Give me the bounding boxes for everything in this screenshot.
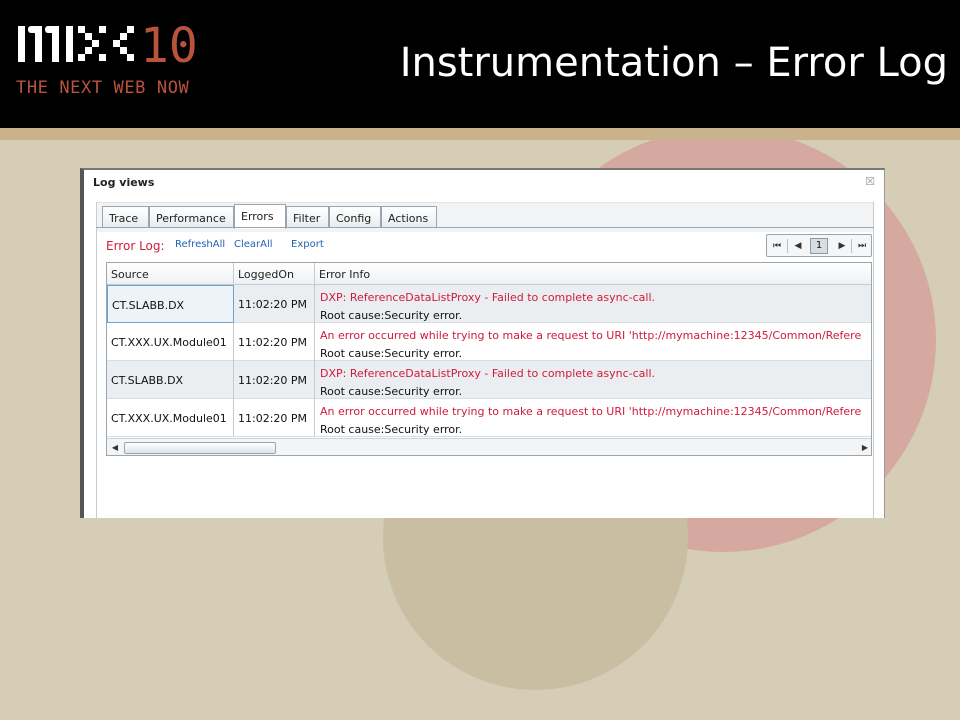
window-titlebar: Log views ☒ [84,170,884,192]
root-cause: Root cause:Security error. [320,423,463,436]
root-cause: Root cause:Security error. [320,347,463,360]
tab-filter[interactable]: Filter [286,206,329,228]
first-page-icon[interactable]: ⏮ [770,239,784,253]
horizontal-scrollbar[interactable]: ◀ ▶ [107,438,871,455]
slide-header: 10 THE NEXT WEB NOW Instrumentation – Er… [0,0,960,128]
grid-header: Source LoggedOn Error Info [107,263,871,285]
tab-actions[interactable]: Actions [381,206,437,228]
logo-mark: 10 [18,20,198,72]
error-message: An error occurred while trying to make a… [320,405,862,418]
scroll-right-icon[interactable]: ▶ [860,442,870,454]
slide-title: Instrumentation – Error Log [399,40,948,86]
scrollbar-thumb[interactable] [124,442,276,454]
loggedon-cell: 11:02:20 PM [234,285,315,323]
error-info-cell: DXP: ReferenceDataListProxy - Failed to … [315,361,871,399]
error-info-cell: DXP: ReferenceDataListProxy - Failed to … [315,285,871,323]
log-views-window: Log views ☒ Trace Performance Errors Fil… [80,168,885,518]
error-message: DXP: ReferenceDataListProxy - Failed to … [320,291,656,304]
page-number[interactable]: 1 [810,238,828,254]
error-log-label: Error Log: [106,239,165,253]
loggedon-cell: 11:02:20 PM [234,361,315,399]
refresh-all-link[interactable]: RefreshAll [175,239,225,250]
table-row[interactable]: CT.SLABB.DX 11:02:20 PM DXP: ReferenceDa… [107,285,871,323]
svg-text:10: 10 [140,20,198,72]
column-header-error-info[interactable]: Error Info [315,263,871,285]
close-icon[interactable]: ☒ [864,176,876,188]
loggedon-cell: 11:02:20 PM [234,399,315,437]
column-header-loggedon[interactable]: LoggedOn [234,263,315,285]
pager-separator [787,239,788,253]
source-cell[interactable]: CT.SLABB.DX [107,285,234,323]
table-row[interactable]: CT.SLABB.DX 11:02:20 PM DXP: ReferenceDa… [107,361,871,399]
tab-errors[interactable]: Errors [234,204,286,229]
header-stripe [0,128,960,140]
column-header-source[interactable]: Source [107,263,234,285]
error-message: DXP: ReferenceDataListProxy - Failed to … [320,367,656,380]
last-page-icon[interactable]: ⏭ [855,239,869,253]
source-cell: CT.XXX.UX.Module01 [107,399,234,437]
pager: ⏮ ◀ 1 ▶ ⏭ [766,234,872,257]
root-cause: Root cause:Security error. [320,385,463,398]
mix10-logo: 10 THE NEXT WEB NOW [16,20,226,102]
root-cause: Root cause:Security error. [320,309,463,322]
source-cell: CT.XXX.UX.Module01 [107,323,234,361]
scroll-left-icon[interactable]: ◀ [110,442,120,454]
tab-config[interactable]: Config [329,206,381,228]
tab-trace[interactable]: Trace [102,206,149,228]
clear-all-link[interactable]: ClearAll [234,239,273,250]
table-row[interactable]: CT.XXX.UX.Module01 11:02:20 PM An error … [107,323,871,361]
next-page-icon[interactable]: ▶ [835,239,849,253]
tab-divider [96,227,874,228]
pager-separator [851,239,852,253]
error-info-cell: An error occurred while trying to make a… [315,323,871,361]
prev-page-icon[interactable]: ◀ [791,239,805,253]
error-message: An error occurred while trying to make a… [320,329,862,342]
logo-tagline: THE NEXT WEB NOW [16,78,190,98]
tab-performance[interactable]: Performance [149,206,234,228]
table-row[interactable]: CT.XXX.UX.Module01 11:02:20 PM An error … [107,399,871,437]
loggedon-cell: 11:02:20 PM [234,323,315,361]
export-link[interactable]: Export [291,239,324,250]
error-info-cell: An error occurred while trying to make a… [315,399,871,437]
source-cell: CT.SLABB.DX [107,361,234,399]
error-grid: Source LoggedOn Error Info CT.SLABB.DX 1… [106,262,872,456]
window-title: Log views [93,176,155,189]
